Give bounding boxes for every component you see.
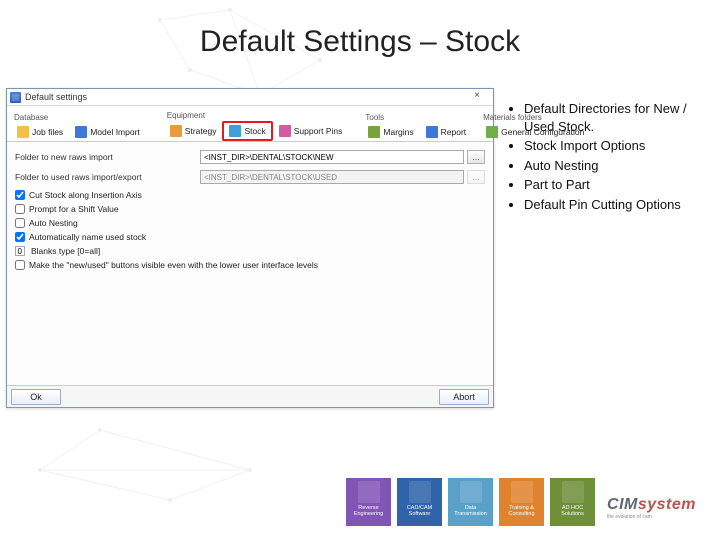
default-settings-dialog: Default settings × Database Job files Mo… [6, 88, 494, 408]
pins-icon [279, 125, 291, 137]
checkbox-input[interactable] [15, 218, 25, 228]
tab-label: Job files [32, 127, 63, 137]
checkbox-label: Make the "new/used" buttons visible even… [29, 260, 318, 270]
checkbox-cut-axis[interactable]: Cut Stock along Insertion Axis [15, 190, 485, 200]
checkbox-label: Auto Nesting [29, 218, 78, 228]
checkbox-auto-name[interactable]: Automatically name used stock [15, 232, 485, 242]
tile-label: Data Transmission [448, 505, 493, 517]
import-icon [75, 126, 87, 138]
tab-label: Stock [244, 126, 265, 136]
footer-tile: Training & Consulting [499, 478, 544, 526]
tab-label: Report [441, 127, 467, 137]
brand-text-a: CIM [607, 496, 638, 513]
tab-modelimport[interactable]: Model Import [69, 123, 146, 141]
tab-label: Support Pins [294, 126, 343, 136]
tile-icon [358, 481, 380, 503]
margins-icon [368, 126, 380, 138]
label-used-folder: Folder to used raws import/export [15, 172, 200, 182]
tab-report[interactable]: Report [420, 123, 473, 141]
tile-icon [511, 481, 533, 503]
footer-tile: Data Transmission [448, 478, 493, 526]
tab-label: Margins [383, 127, 413, 137]
input-blanks-type[interactable] [15, 246, 25, 256]
dialog-body: Folder to new raws import … Folder to us… [7, 142, 493, 270]
checkbox-input[interactable] [15, 204, 25, 214]
footer: Reverse Engineering CAD/CAM Software Dat… [346, 478, 696, 526]
footer-tile: AD HOC Solutions [550, 478, 595, 526]
tile-label: Reverse Engineering [346, 505, 391, 517]
checkbox-auto-nesting[interactable]: Auto Nesting [15, 218, 485, 228]
tab-label: Model Import [90, 127, 140, 137]
tab-margins[interactable]: Margins [362, 123, 419, 141]
strategy-icon [170, 125, 182, 137]
tile-icon [409, 481, 431, 503]
brand-text-b: system [638, 496, 696, 513]
tab-general[interactable]: General Configuration [480, 123, 590, 141]
tab-jobfiles[interactable]: Job files [11, 123, 69, 141]
checkbox-label: Automatically name used stock [29, 232, 146, 242]
label-blanks-type: Blanks type [0=all] [31, 246, 100, 256]
tab-strip: Database Job files Model Import Equipmen… [7, 106, 493, 142]
app-icon [10, 92, 21, 103]
browse-used-button: … [467, 170, 485, 184]
bullet-item: Part to Part [524, 176, 696, 194]
checkbox-input[interactable] [15, 260, 25, 270]
tab-stock[interactable]: Stock [222, 121, 272, 141]
tab-group-equipment: Equipment [164, 111, 208, 121]
checkbox-input[interactable] [15, 232, 25, 242]
tab-group-database: Database [11, 113, 51, 123]
tab-strategy[interactable]: Strategy [164, 121, 223, 141]
window-title: Default settings [25, 92, 464, 102]
footer-tile: Reverse Engineering [346, 478, 391, 526]
folder-icon [17, 126, 29, 138]
tile-label: AD HOC Solutions [550, 505, 595, 517]
tile-label: Training & Consulting [499, 505, 544, 517]
tab-supportpins[interactable]: Support Pins [273, 121, 349, 141]
abort-button[interactable]: Abort [439, 389, 489, 405]
ok-button[interactable]: Ok [11, 389, 61, 405]
tile-icon [562, 481, 584, 503]
bullet-item: Default Pin Cutting Options [524, 196, 696, 214]
checkbox-label: Prompt for a Shift Value [29, 204, 119, 214]
dialog-button-bar: Ok Abort [7, 385, 493, 407]
checkbox-label: Cut Stock along Insertion Axis [29, 190, 142, 200]
report-icon [426, 126, 438, 138]
tab-label: General Configuration [501, 127, 584, 137]
bullet-item: Auto Nesting [524, 157, 696, 175]
checkbox-low-ui[interactable]: Make the "new/used" buttons visible even… [15, 260, 485, 270]
checkbox-input[interactable] [15, 190, 25, 200]
tab-label: Strategy [185, 126, 217, 136]
slide-title: Default Settings – Stock [0, 25, 720, 59]
input-new-folder[interactable] [200, 150, 464, 164]
close-button[interactable]: × [464, 90, 490, 104]
tab-group-materials: Materials folders [480, 113, 545, 123]
brand-logo: CIMsystem the evolution of cam [607, 496, 696, 526]
stock-icon [229, 125, 241, 137]
gear-icon [486, 126, 498, 138]
titlebar: Default settings × [7, 89, 493, 106]
footer-tile: CAD/CAM Software [397, 478, 442, 526]
browse-new-button[interactable]: … [467, 150, 485, 164]
input-used-folder[interactable] [200, 170, 464, 184]
label-new-folder: Folder to new raws import [15, 152, 200, 162]
tile-icon [460, 481, 482, 503]
tab-group-tools: Tools [362, 113, 387, 123]
brand-tagline: the evolution of cam [607, 514, 696, 520]
checkbox-prompt-shift[interactable]: Prompt for a Shift Value [15, 204, 485, 214]
tile-label: CAD/CAM Software [397, 505, 442, 517]
